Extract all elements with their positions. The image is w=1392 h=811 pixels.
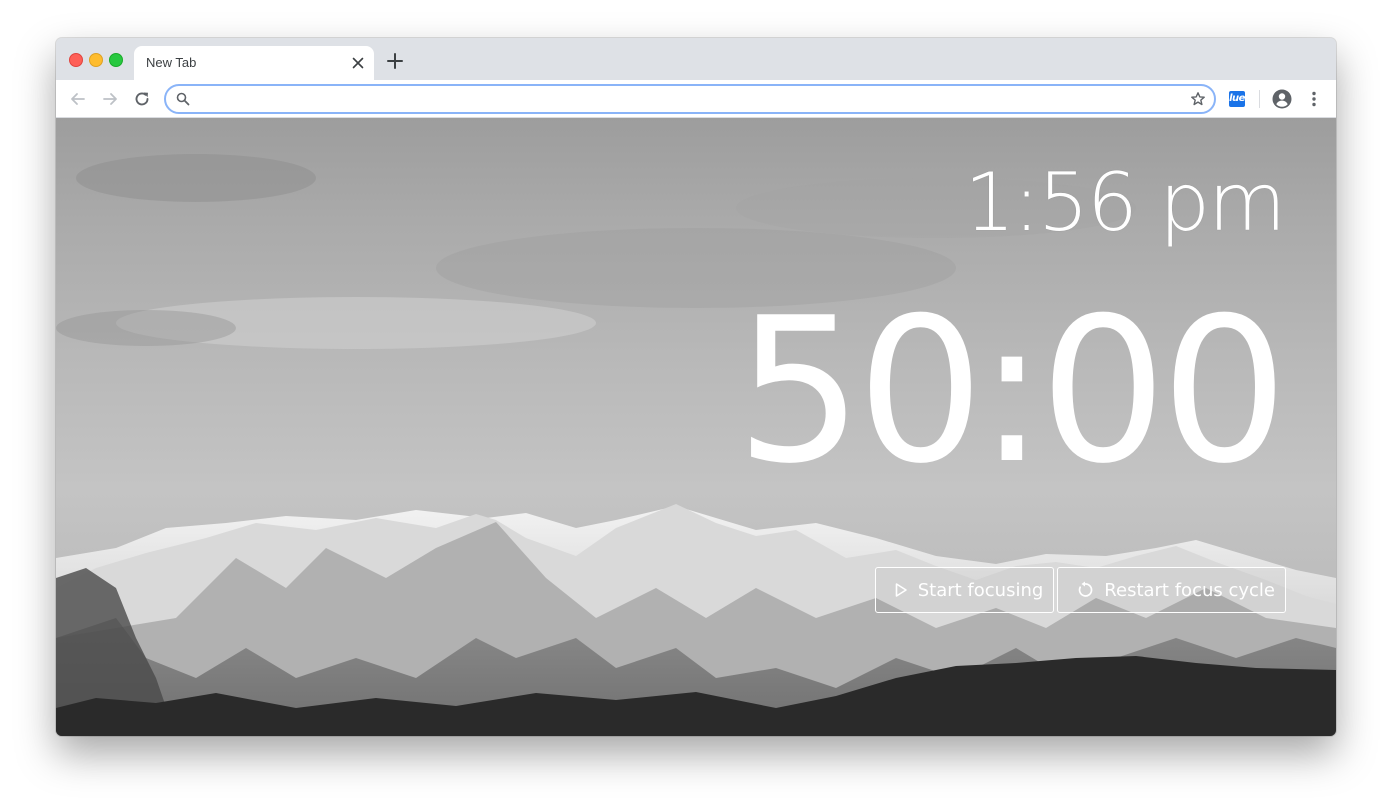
minimize-window-button[interactable] [89, 53, 103, 67]
browser-toolbar: lue [56, 80, 1336, 118]
close-window-button[interactable] [69, 53, 83, 67]
tab-new-tab[interactable]: New Tab [134, 46, 374, 80]
arrow-right-icon[interactable] [100, 89, 120, 109]
new-tab-page: 1:56 pm 50:00 Start focusing Restart foc… [56, 118, 1336, 736]
plus-icon[interactable] [386, 52, 404, 70]
star-icon[interactable] [1190, 91, 1206, 107]
restart-icon [1079, 581, 1093, 597]
close-icon[interactable] [350, 55, 366, 71]
address-input[interactable] [198, 88, 1182, 112]
tab-strip: New Tab [56, 38, 1336, 80]
tab-title: New Tab [146, 55, 197, 70]
search-icon [176, 92, 190, 106]
restart-focus-cycle-button[interactable]: Restart focus cycle [1057, 567, 1286, 613]
arrow-left-icon[interactable] [68, 89, 88, 109]
toolbar-divider [1259, 90, 1260, 108]
zoom-window-button[interactable] [109, 53, 123, 67]
reload-icon[interactable] [132, 89, 152, 109]
omnibox[interactable] [164, 84, 1216, 114]
timer-actions: Start focusing Restart focus cycle [874, 567, 1286, 613]
start-focusing-button[interactable]: Start focusing [874, 567, 1055, 613]
more-vert-icon[interactable] [1306, 89, 1322, 109]
play-icon [895, 583, 907, 597]
start-focusing-label: Start focusing [917, 579, 1044, 601]
account-circle-icon[interactable] [1272, 89, 1292, 109]
current-time: 1:56 pm [964, 156, 1286, 249]
extension-icon[interactable]: lue [1229, 91, 1245, 107]
browser-window: New Tab lue 1:56 pm 50:00 Start focusing… [56, 38, 1336, 736]
focus-timer: 50:00 [735, 275, 1288, 508]
restart-focus-cycle-label: Restart focus cycle [1104, 579, 1275, 601]
